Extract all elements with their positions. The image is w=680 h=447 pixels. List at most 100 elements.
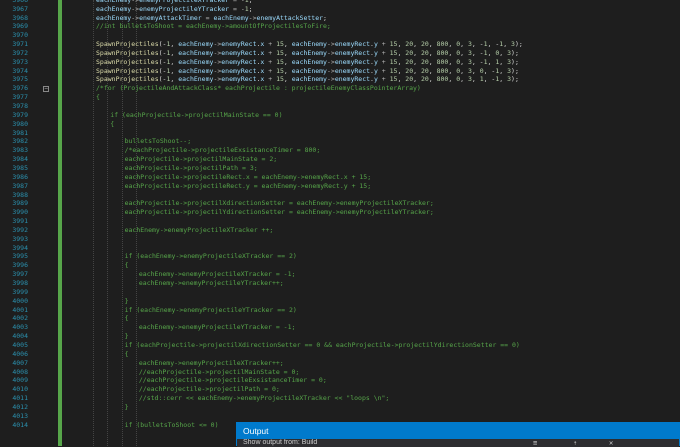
code-token: if (eachEnemy->enemyProjectileYTracker =… [124,305,297,314]
line-number: 3992 [12,225,28,234]
code-line: eachEnemy->enemyProjectileXTracker ++; [125,226,274,234]
collapse-region-icon[interactable]: − [43,85,49,92]
indent-guide [93,0,95,446]
code-token: , [499,48,508,57]
code-token: eachEnemy [178,75,214,84]
code-token: 20 [405,48,414,57]
code-token: ); [514,40,523,49]
code-token: eachEnemy [178,57,214,66]
line-number: 3978 [12,102,28,110]
code-token: -> [326,66,335,75]
code-line: SpawnProjectiles(-1, eachEnemy->enemyRec… [96,48,519,57]
code-token: 20 [420,66,429,75]
code-token: , - [471,48,484,57]
line-number: 4002 [12,314,28,323]
code-line: { [125,315,129,322]
line-number: 4006 [12,349,28,358]
output-panel-title[interactable]: Output [237,423,679,439]
code-token: = [201,13,214,22]
code-line: /*for (ProjectileAndAttackClass* eachPro… [96,85,421,92]
code-token: , [428,40,437,49]
code-token: , [471,66,480,75]
code-line: //eachProjectile->projectilMainState = 0… [139,368,299,376]
code-token: //eachProjectile->projectileExsistanceTi… [138,376,327,385]
code-token: 800 [436,40,449,49]
code-token: { [96,93,100,102]
code-editor[interactable]: eachEnemy->enemyProjectileXTracker = -1;… [74,0,680,446]
line-number: 3984 [12,155,28,164]
line-number: 3995 [12,252,28,261]
line-number: 4001 [12,305,28,314]
code-token: 800 [436,66,449,75]
code-token: + [377,48,390,57]
code-token: enemyRect [334,75,371,84]
code-token: + [264,66,277,75]
line-number: 3983 [12,146,28,155]
line-number: 3968 [12,13,28,22]
code-token: enemyRect [334,57,371,66]
code-token: ); [511,57,519,66]
code-token: //int bulletsToShoot = eachEnemy->amount… [96,22,331,31]
code-token: enemyRect [221,40,257,49]
line-number: 4010 [12,385,28,394]
line-number: 3991 [12,217,28,226]
code-token: , [283,66,292,75]
line-number: 3985 [12,163,28,172]
code-token: } [124,296,129,305]
code-token: eachEnemy->enemyProjectileXTracker = -1; [138,270,296,279]
line-number: 3986 [12,172,28,181]
code-token: SpawnProjectiles [96,57,159,66]
code-token: if (bulletsToShoot <= 0) [124,420,219,429]
code-line: } [124,296,129,305]
line-number: 3981 [12,128,28,137]
output-panel[interactable]: Output Show output from: Build ≡ ⇡ ✕ [236,422,680,447]
code-token: { [124,314,129,323]
code-line: { [96,94,100,101]
line-number: 3990 [12,208,28,217]
code-line: bulletsToShoot--; [125,138,192,145]
code-line: } [125,333,129,340]
code-token: , [460,40,468,49]
code-token: eachProjectile->projectileRect.y = eachE… [124,181,372,190]
code-token: , - [471,57,484,66]
code-token: enemyProjectileXTracker [139,0,229,4]
code-line: eachProjectile->projectilMainState = 2; [125,156,278,163]
code-token: , [499,75,508,84]
code-token: -> [131,4,140,13]
code-token: 20 [405,57,414,66]
code-token: enemyProjectileYTracker [139,4,230,13]
code-token: ; [249,0,253,4]
line-number: 3977 [12,93,28,102]
code-token: 20 [420,57,429,66]
code-token: , - [487,40,500,49]
code-token: eachEnemy [291,40,327,49]
line-number: 3980 [12,119,28,128]
code-line: { [124,349,129,358]
line-number: 3966 [0,0,28,4]
code-line: } [125,403,129,411]
code-token: , [283,75,292,84]
code-token: , [503,40,512,49]
code-token: 15 [276,48,284,57]
code-token: eachProjectile->projectilMainState = 2; [124,155,278,164]
code-line: eachProjectile->projectileRect.y = eachE… [124,181,372,190]
code-token: 800 [436,57,449,66]
code-token: , [428,57,437,66]
line-number: 3997 [12,270,28,279]
code-token: -> [131,0,139,4]
code-token: eachEnemy [213,13,249,22]
line-number: 3970 [12,31,28,40]
code-token: , [471,75,480,84]
code-token: , [460,75,468,84]
code-token: + [264,40,277,49]
line-number: 3987 [12,181,28,190]
code-token: ); [511,48,519,57]
line-number: 3998 [12,279,28,287]
code-token: { [124,349,129,358]
code-token: , - [483,75,496,84]
code-token: 20 [420,40,429,49]
code-line: eachEnemy->enemyProjectileXTracker++; [139,359,284,367]
line-number: 3975 [12,75,28,84]
code-token: -> [326,75,335,84]
code-token: eachEnemy [291,66,327,75]
